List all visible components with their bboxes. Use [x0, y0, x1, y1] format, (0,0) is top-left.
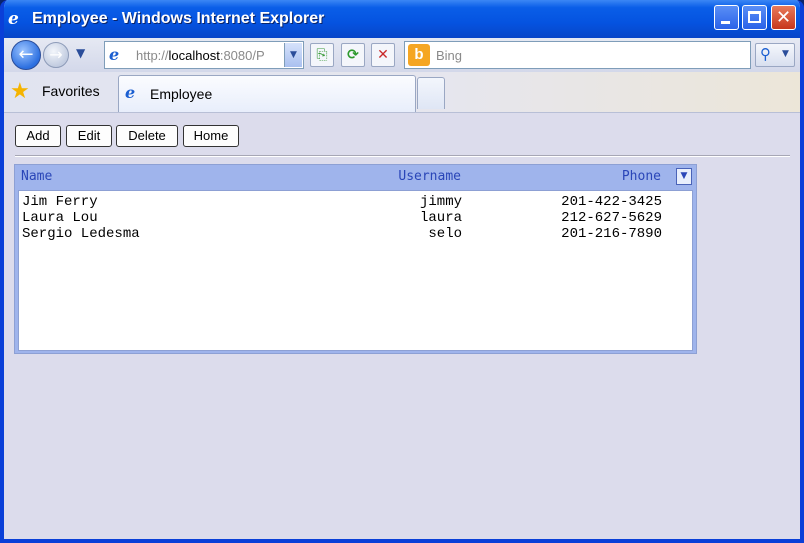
home-button[interactable]: Home	[183, 125, 239, 147]
page-content: Add Edit Delete Home Name Username Phone…	[4, 112, 800, 539]
address-host: localhost	[168, 48, 220, 63]
bing-icon: b	[408, 44, 430, 66]
employee-grid: Name Username Phone ▼ Jim Ferry jimmy 20…	[14, 164, 697, 354]
forward-button[interactable]: →	[43, 42, 69, 68]
tab-bar: ★ Favorites e Employee	[4, 72, 800, 112]
stop-icon: ✕	[377, 47, 389, 63]
ie-tab-icon: e	[125, 83, 136, 102]
forward-arrow-icon: →	[49, 45, 63, 64]
refresh-icon: ⟳	[347, 47, 359, 63]
ie-icon: e	[8, 9, 19, 29]
window-title: Employee - Windows Internet Explorer	[32, 10, 325, 27]
address-bar[interactable]: e http://localhost:8080/P ▼	[104, 41, 304, 69]
chevron-down-icon: ▼	[680, 171, 688, 181]
table-row[interactable]: Laura Lou laura 212-627-5629	[19, 210, 692, 226]
column-header-phone[interactable]: Phone	[475, 169, 661, 184]
cell-name: Laura Lou	[22, 210, 98, 226]
table-row[interactable]: Sergio Ledesma selo 201-216-7890	[19, 226, 692, 242]
cell-phone: 201-422-3425	[561, 194, 662, 210]
minimize-icon	[721, 21, 730, 24]
close-icon: ✕	[775, 7, 792, 28]
address-prefix: http://	[136, 48, 169, 63]
search-input[interactable]: Bing	[436, 48, 462, 63]
cell-username: jimmy	[419, 194, 462, 210]
search-box[interactable]: b Bing	[404, 41, 751, 69]
search-icon: ⚲	[760, 45, 771, 63]
cell-phone: 201-216-7890	[561, 226, 662, 242]
divider	[15, 155, 790, 157]
tab-label: Employee	[150, 86, 213, 102]
back-button[interactable]: ←	[11, 40, 41, 70]
maximize-icon	[748, 11, 761, 23]
cell-name: Jim Ferry	[22, 194, 98, 210]
cell-username: laura	[419, 210, 462, 226]
search-button[interactable]: ⚲ ▼	[755, 43, 795, 67]
maximize-button[interactable]	[742, 5, 767, 30]
edit-button[interactable]: Edit	[66, 125, 112, 147]
new-tab-button[interactable]	[417, 77, 445, 109]
address-text[interactable]: http://localhost:8080/P	[136, 48, 265, 63]
stop-button[interactable]: ✕	[371, 43, 395, 67]
ie-page-icon: e	[109, 45, 120, 64]
address-suffix: :8080/P	[219, 48, 265, 63]
back-arrow-icon: ←	[18, 44, 34, 65]
compatibility-view-button[interactable]: ⎘	[310, 43, 334, 67]
column-menu-button[interactable]: ▼	[676, 168, 692, 185]
favorites-star-icon: ★	[10, 79, 30, 104]
tab-employee[interactable]: e Employee	[118, 75, 416, 112]
recent-pages-dropdown-icon[interactable]: ▼	[76, 46, 85, 60]
compatibility-view-icon: ⎘	[316, 47, 328, 63]
browser-window: e Employee - Windows Internet Explorer ✕…	[0, 0, 804, 543]
close-button[interactable]: ✕	[771, 5, 796, 30]
grid-body: Jim Ferry jimmy 201-422-3425 Laura Lou l…	[18, 190, 693, 351]
add-button[interactable]: Add	[15, 125, 61, 147]
minimize-button[interactable]	[714, 5, 739, 30]
cell-phone: 212-627-5629	[561, 210, 662, 226]
table-row[interactable]: Jim Ferry jimmy 201-422-3425	[19, 194, 692, 210]
delete-button[interactable]: Delete	[116, 125, 178, 147]
grid-header: Name Username Phone ▼	[15, 165, 696, 190]
title-bar: e Employee - Windows Internet Explorer ✕	[4, 0, 800, 38]
column-header-name[interactable]: Name	[21, 169, 52, 184]
navigation-bar: ← → ▼ e http://localhost:8080/P ▼ ⎘ ⟳ ✕ …	[4, 38, 800, 72]
address-dropdown-button[interactable]: ▼	[284, 43, 302, 67]
cell-name: Sergio Ledesma	[22, 226, 140, 242]
refresh-button[interactable]: ⟳	[341, 43, 365, 67]
favorites-label: Favorites	[42, 83, 100, 99]
cell-username: selo	[428, 226, 462, 242]
column-header-username[interactable]: Username	[315, 169, 461, 184]
search-options-dropdown-icon[interactable]: ▼	[782, 49, 789, 59]
